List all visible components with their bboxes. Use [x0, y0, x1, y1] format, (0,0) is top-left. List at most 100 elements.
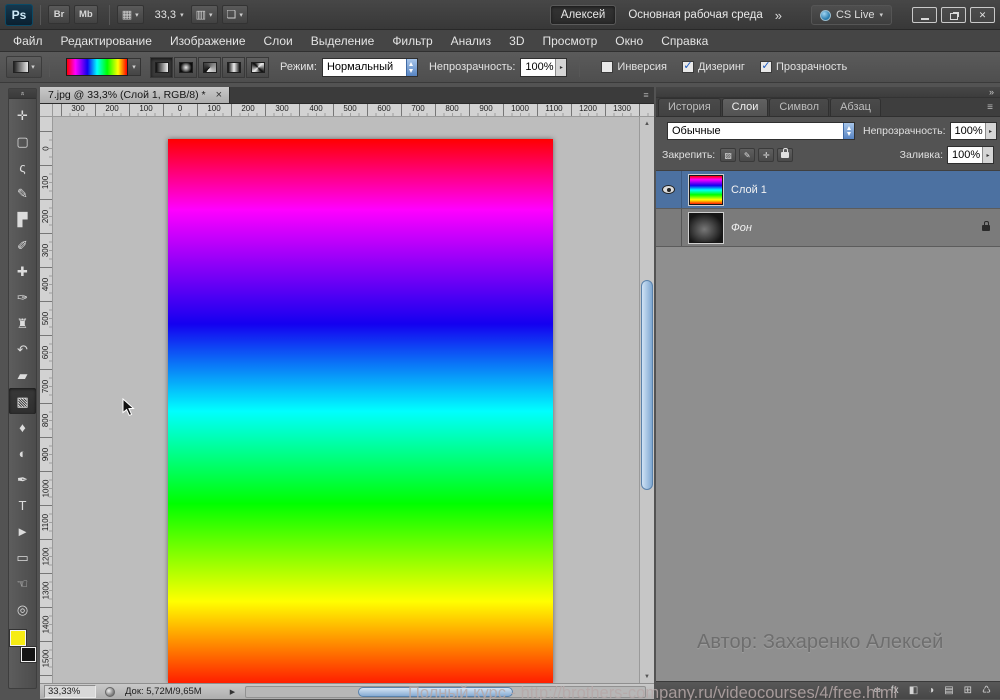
- pen-tool[interactable]: ✒: [9, 466, 36, 492]
- arrange-documents-button[interactable]: ▥ ▾: [190, 5, 218, 24]
- document-tab[interactable]: 7.jpg @ 33,3% (Слой 1, RGB/8) * ×: [40, 87, 231, 103]
- quick-selection-tool[interactable]: ✎: [9, 180, 36, 206]
- visibility-toggle[interactable]: [656, 171, 682, 208]
- dodge-tool[interactable]: ◐: [9, 440, 36, 466]
- stepper-icon[interactable]: [843, 123, 854, 139]
- foreground-color-swatch[interactable]: [10, 630, 26, 646]
- menu-window[interactable]: Окно: [606, 31, 652, 51]
- menu-filter[interactable]: Фильтр: [383, 31, 441, 51]
- menu-image[interactable]: Изображение: [161, 31, 255, 51]
- status-zoom-field[interactable]: 33,33%: [44, 685, 96, 698]
- adjustment-layer-button[interactable]: ◑: [928, 685, 934, 696]
- tool-preset-button[interactable]: ▾: [6, 56, 42, 78]
- menu-view[interactable]: Просмотр: [533, 31, 606, 51]
- zoom-level-control[interactable]: 33,3 ▾: [155, 9, 184, 21]
- linear-gradient-button[interactable]: [150, 56, 173, 78]
- workspace-overflow-icon[interactable]: »: [775, 8, 782, 23]
- mini-bridge-button[interactable]: Mb: [74, 5, 98, 24]
- vertical-scrollbar[interactable]: ▲ ▼: [639, 117, 654, 683]
- tab-paragraph[interactable]: Абзац: [830, 98, 881, 116]
- tab-history[interactable]: История: [658, 98, 721, 116]
- layer-thumbnail[interactable]: [689, 174, 723, 205]
- lock-pixels-button[interactable]: ✎: [739, 148, 756, 162]
- vertical-ruler[interactable]: 0 100 200 300 400 500 600 700 800 900 1000 1100 1200…: [40, 117, 53, 683]
- field-arrow-icon[interactable]: ▸: [982, 147, 993, 163]
- path-selection-tool[interactable]: ►: [9, 518, 36, 544]
- opacity-field[interactable]: 100% ▸: [520, 57, 568, 77]
- photoshop-logo[interactable]: Ps: [5, 3, 33, 26]
- toolbar-collapse-button[interactable]: »: [9, 89, 36, 99]
- transparency-checkbox[interactable]: ✓ Прозрачность: [759, 60, 847, 73]
- lock-all-button[interactable]: [777, 148, 794, 162]
- window-minimize-button[interactable]: [912, 7, 937, 23]
- shape-t ool[interactable]: ▭: [9, 544, 36, 570]
- bridge-button[interactable]: Br: [48, 5, 70, 24]
- invert-checkbox[interactable]: ✓ Инверсия: [601, 61, 667, 73]
- menu-edit[interactable]: Редактирование: [52, 31, 161, 51]
- lock-position-button[interactable]: ✛: [758, 148, 775, 162]
- crop-tool[interactable]: ▛: [9, 206, 36, 232]
- blend-mode-select[interactable]: Нормальный: [321, 57, 418, 77]
- hand-tool[interactable]: ☜: [9, 570, 36, 596]
- screen-mode-button[interactable]: ❏ ▾: [221, 5, 248, 24]
- tab-character[interactable]: Символ: [769, 98, 830, 116]
- gradient-preview[interactable]: [66, 58, 128, 76]
- cs-live-button[interactable]: CS Live ▾: [810, 5, 892, 25]
- scroll-down-icon[interactable]: ▼: [640, 671, 654, 682]
- eyedropper-tool[interactable]: ✐: [9, 232, 36, 258]
- status-menu-arrow[interactable]: ▶: [230, 688, 235, 696]
- lasso-tool[interactable]: ς: [9, 154, 36, 180]
- zoom-tool[interactable]: ◎: [9, 596, 36, 622]
- canvas-area[interactable]: [53, 117, 639, 683]
- visibility-toggle[interactable]: [656, 209, 682, 246]
- background-color-swatch[interactable]: [21, 647, 36, 662]
- eraser-tool[interactable]: ▰: [9, 362, 36, 388]
- layers-opacity-field[interactable]: 100% ▸: [949, 122, 997, 140]
- collapse-dock-button[interactable]: »: [989, 87, 994, 97]
- field-arrow-icon[interactable]: ▸: [984, 123, 996, 139]
- field-arrow-icon[interactable]: ▸: [555, 58, 567, 76]
- dither-checkbox[interactable]: ✓ Дизеринг: [681, 60, 745, 73]
- layer-mask-button[interactable]: ◧: [909, 685, 918, 696]
- menu-help[interactable]: Справка: [652, 31, 717, 51]
- tab-layers[interactable]: Слои: [721, 98, 769, 116]
- delete-layer-button[interactable]: ♺: [982, 685, 991, 696]
- workspace-button-active[interactable]: Алексей: [549, 5, 617, 25]
- vertical-scroll-thumb[interactable]: [641, 280, 653, 490]
- marquee-tool[interactable]: ▢: [9, 128, 36, 154]
- menu-layers[interactable]: Слои: [255, 31, 302, 51]
- clone-stamp-tool[interactable]: ♜: [9, 310, 36, 336]
- workspace-button-main[interactable]: Основная рабочая среда: [628, 9, 762, 21]
- history-brush-tool[interactable]: ↶: [9, 336, 36, 362]
- blur-tool[interactable]: ♦: [9, 414, 36, 440]
- healing-brush-tool[interactable]: ✚: [9, 258, 36, 284]
- view-extras-button[interactable]: ▦ ▾: [116, 5, 144, 24]
- tab-close-button[interactable]: ×: [216, 89, 222, 101]
- horizontal-ruler[interactable]: 300 200 100 0 100 200 300 400 500 600 700 800 900 100…: [53, 104, 654, 117]
- stepper-icon[interactable]: [405, 58, 417, 76]
- layer-row-layer1[interactable]: Слой 1: [656, 171, 1000, 209]
- tab-list-button[interactable]: ≡: [638, 87, 654, 103]
- menu-file[interactable]: Файл: [4, 31, 52, 51]
- new-layer-button[interactable]: ⊞: [964, 685, 972, 696]
- reflected-gradient-button[interactable]: [222, 56, 245, 78]
- scroll-up-icon[interactable]: ▲: [640, 118, 654, 129]
- layers-blend-mode-select[interactable]: Обычные: [667, 122, 855, 140]
- move-tool[interactable]: ✛: [9, 102, 36, 128]
- window-close-button[interactable]: ✕: [970, 7, 995, 23]
- window-restore-button[interactable]: [941, 7, 966, 23]
- angle-gradient-button[interactable]: [198, 56, 221, 78]
- layers-fill-field[interactable]: 100% ▸: [947, 146, 994, 164]
- menu-3d[interactable]: 3D: [500, 31, 533, 51]
- diamond-gradient-button[interactable]: [246, 56, 269, 78]
- brush-tool[interactable]: ✑: [9, 284, 36, 310]
- menu-select[interactable]: Выделение: [302, 31, 384, 51]
- layer-thumbnail[interactable]: [689, 212, 723, 243]
- layer-group-button[interactable]: ▤: [944, 685, 953, 696]
- layer-row-background[interactable]: Фон: [656, 209, 1000, 247]
- ruler-origin[interactable]: [40, 104, 53, 117]
- lock-transparency-button[interactable]: ▨: [720, 148, 737, 162]
- gradient-tool[interactable]: ▧: [9, 388, 36, 414]
- menu-analysis[interactable]: Анализ: [442, 31, 501, 51]
- type-tool[interactable]: T: [9, 492, 36, 518]
